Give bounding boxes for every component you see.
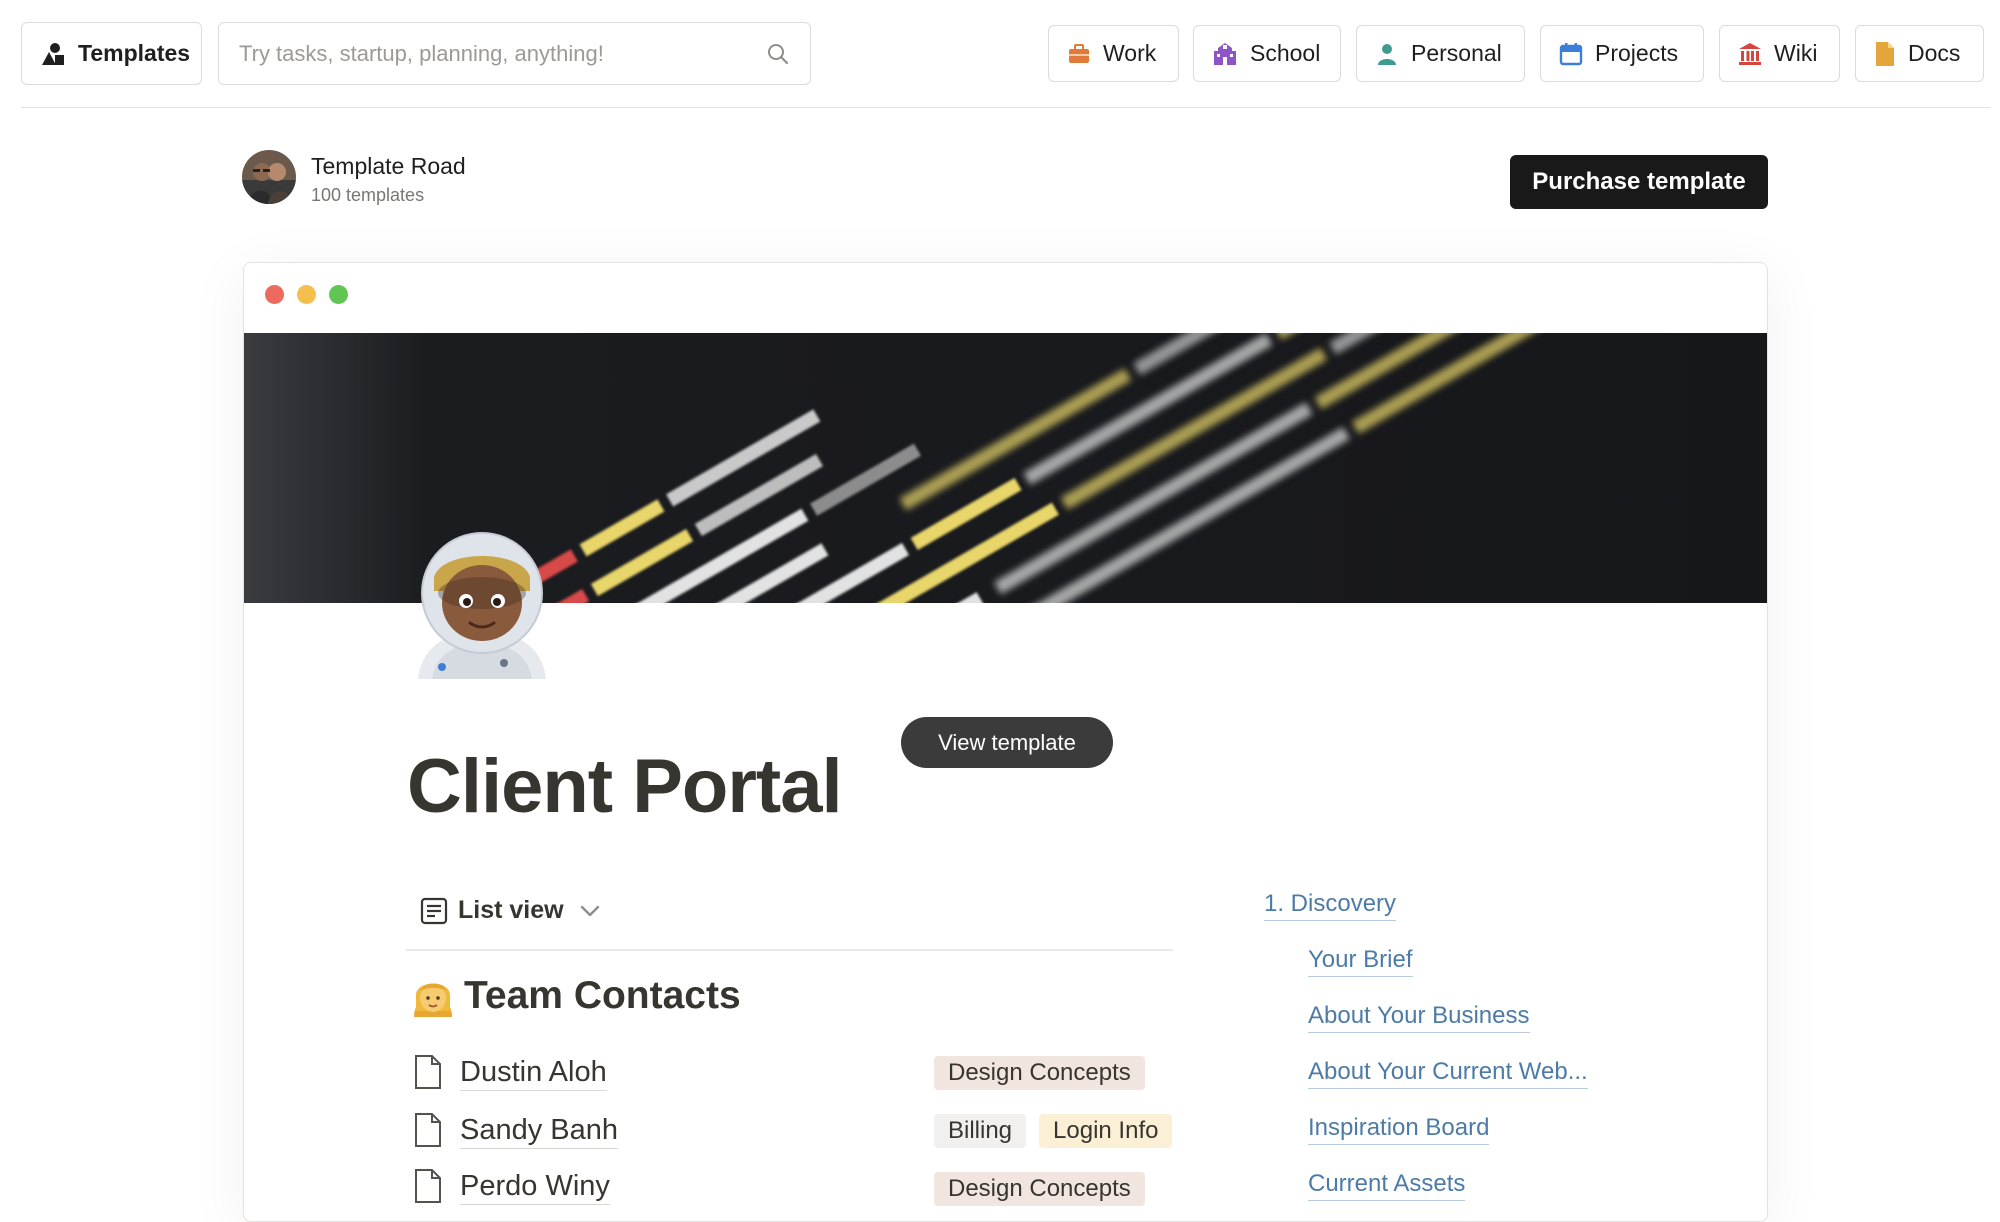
creator-template-count: 100 templates	[311, 185, 425, 205]
template-preview-window: View template Client Portal List view Te…	[243, 262, 1768, 1222]
contact-name[interactable]: Dustin Aloh	[460, 1054, 607, 1091]
toc-item-inspiration-board[interactable]: Inspiration Board	[1308, 1112, 1490, 1145]
category-work-button[interactable]: Work	[1048, 25, 1179, 82]
nav-divider	[21, 107, 1990, 108]
category-personal-button[interactable]: Personal	[1356, 25, 1525, 82]
category-label: Work	[1103, 40, 1157, 66]
list-item[interactable]: Perdo Winy	[414, 1166, 610, 1206]
category-school-button[interactable]: School	[1193, 25, 1341, 82]
toc-item-current-assets[interactable]: Current Assets	[1308, 1168, 1466, 1201]
toc-item-about-your-business[interactable]: About Your Business	[1308, 1000, 1530, 1033]
search-icon[interactable]	[766, 42, 790, 66]
category-label: School	[1250, 40, 1321, 66]
section-title: Team Contacts	[464, 974, 741, 1017]
templates-logo-icon	[42, 42, 64, 65]
bank-icon	[1739, 42, 1761, 65]
woman-emoji-icon	[414, 983, 452, 1017]
contact-name[interactable]: Sandy Banh	[460, 1112, 619, 1149]
list-view-icon	[420, 897, 448, 924]
category-projects-button[interactable]: Projects	[1540, 25, 1704, 82]
list-view-switcher[interactable]: List view	[420, 896, 602, 925]
category-label: Projects	[1595, 40, 1679, 66]
view-template-button[interactable]: View template	[901, 717, 1113, 768]
templates-button[interactable]: Templates	[21, 22, 202, 85]
category-wiki-button[interactable]: Wiki	[1719, 25, 1840, 82]
creator-avatar[interactable]	[242, 150, 296, 204]
category-docs-button[interactable]: Docs	[1855, 25, 1984, 82]
creator-name[interactable]: Template Road	[311, 153, 466, 180]
row-tags: Billing Login Info	[934, 1114, 1173, 1148]
row-tags: Design Concepts	[934, 1056, 1145, 1090]
tag: Design Concepts	[934, 1172, 1145, 1206]
templates-label: Templates	[78, 40, 191, 66]
calendar-icon	[1559, 42, 1583, 65]
top-nav: Templates Work School Personal	[0, 0, 2000, 108]
toc-item-about-your-current-web[interactable]: About Your Current Web...	[1308, 1056, 1588, 1089]
page-title: Client Portal	[407, 744, 843, 829]
row-tags: Design Concepts	[934, 1172, 1145, 1206]
team-contacts-heading: Team Contacts	[410, 973, 741, 1019]
contact-name[interactable]: Perdo Winy	[460, 1168, 610, 1205]
category-label: Wiki	[1774, 40, 1818, 66]
tag: Design Concepts	[934, 1056, 1145, 1090]
list-view-label: List view	[458, 896, 564, 924]
list-item[interactable]: Sandy Banh	[414, 1110, 619, 1150]
person-icon	[1378, 43, 1396, 65]
category-label: Personal	[1411, 40, 1502, 66]
window-titlebar	[244, 263, 1767, 333]
list-view-divider	[406, 949, 1173, 951]
chevron-down-icon[interactable]	[578, 899, 602, 923]
tag: Billing	[934, 1114, 1027, 1148]
toc-item-your-brief[interactable]: Your Brief	[1308, 944, 1413, 977]
page-icon	[415, 1113, 441, 1147]
category-label: Docs	[1908, 40, 1961, 66]
astronaut-page-icon[interactable]	[412, 531, 552, 679]
search-input[interactable]	[239, 40, 766, 67]
document-icon	[1876, 41, 1894, 66]
list-item[interactable]: Dustin Aloh	[414, 1052, 607, 1092]
window-close-dot	[265, 285, 284, 304]
purchase-template-button[interactable]: Purchase template	[1510, 155, 1768, 209]
tag: Login Info	[1039, 1114, 1173, 1148]
school-icon	[1214, 42, 1236, 65]
page-icon	[415, 1055, 441, 1089]
briefcase-icon	[1069, 43, 1089, 63]
window-minimize-dot	[297, 285, 316, 304]
search-box[interactable]	[218, 22, 811, 85]
toc-item-discovery[interactable]: 1. Discovery	[1264, 888, 1397, 921]
page-icon	[415, 1169, 441, 1203]
window-maximize-dot	[329, 285, 348, 304]
